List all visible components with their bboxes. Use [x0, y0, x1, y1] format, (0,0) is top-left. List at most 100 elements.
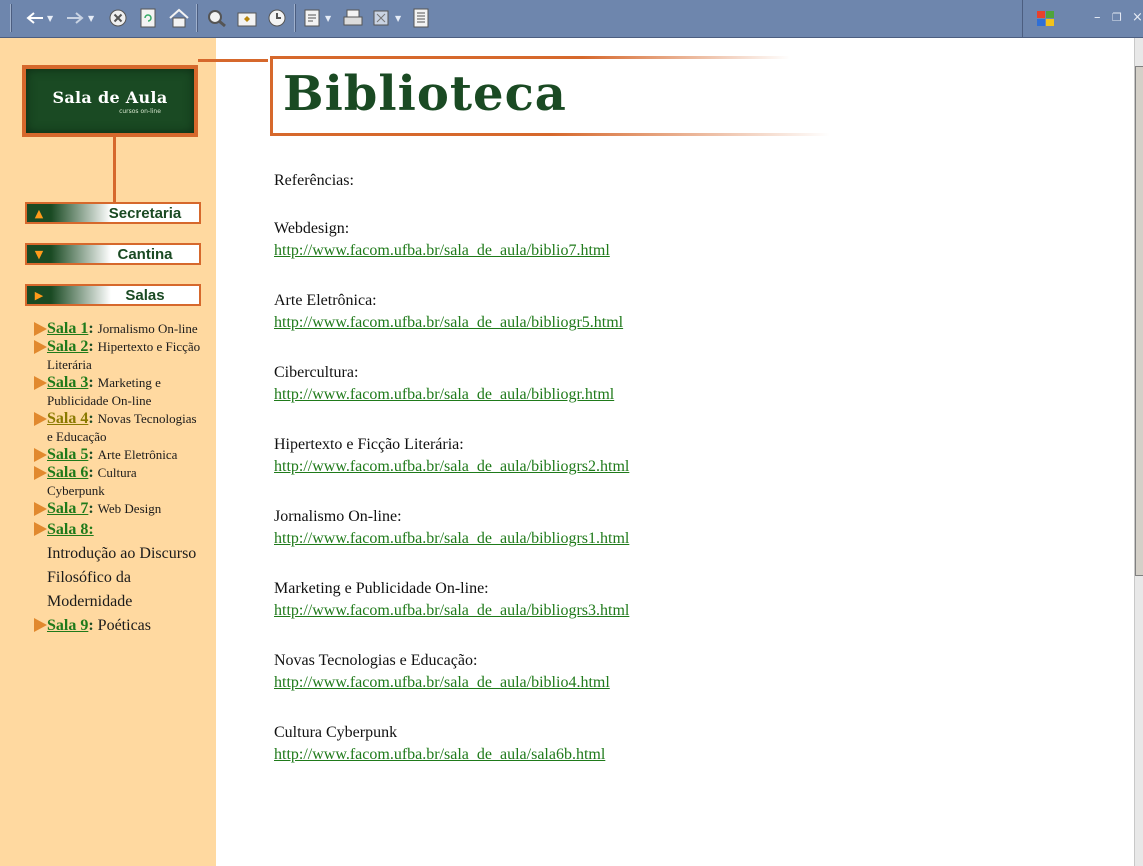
windows-logo: [1034, 6, 1058, 30]
sala-3-link[interactable]: Sala 3: [47, 374, 88, 391]
reference-link[interactable]: http://www.facom.ufba.br/sala_de_aula/bi…: [274, 456, 629, 478]
colon: :: [88, 320, 98, 337]
restore-button[interactable]: ❐: [1112, 11, 1122, 24]
sala-1-link[interactable]: Sala 1: [47, 320, 88, 337]
forward-arrow-icon: [67, 12, 84, 24]
toolbar-separator: [196, 4, 198, 32]
reference-title: Cibercultura:: [274, 364, 359, 381]
reference-item: Webdesign: http://www.facom.ufba.br/sala…: [274, 218, 629, 262]
flag-icon: [34, 618, 47, 632]
reference-link[interactable]: http://www.facom.ufba.br/sala_de_aula/bi…: [274, 384, 629, 406]
reference-link[interactable]: http://www.facom.ufba.br/sala_de_aula/bi…: [274, 240, 629, 262]
reference-link[interactable]: http://www.facom.ufba.br/sala_de_aula/bi…: [274, 528, 629, 550]
toolbar-separator: [294, 4, 296, 32]
mail-button[interactable]: [302, 6, 324, 30]
colon: :: [88, 500, 98, 517]
sala-desc: Web Design: [97, 501, 162, 516]
vertical-scrollbar[interactable]: [1134, 38, 1143, 866]
sala-5-link[interactable]: Sala 5: [47, 446, 88, 463]
reference-title: Arte Eletrônica:: [274, 292, 377, 309]
edit-dropdown-icon[interactable]: ▼: [395, 6, 401, 30]
search-button[interactable]: [204, 6, 230, 30]
windows-flag-icon: [1037, 11, 1054, 26]
discuss-button[interactable]: [410, 6, 432, 30]
flag-icon: [34, 502, 47, 516]
toolbar-separator: [1022, 0, 1023, 37]
colon: :: [88, 617, 98, 634]
sala-2-link[interactable]: Sala 2: [47, 338, 88, 355]
nav-secretaria[interactable]: ▲ Secretaria: [25, 202, 201, 224]
list-item: Sala 1: Jornalismo On-line: [34, 320, 207, 338]
stop-button[interactable]: [106, 6, 130, 30]
salas-list: Sala 1: Jornalismo On-line Sala 2: Hiper…: [34, 320, 212, 638]
sidebar: Sala de Aula cursos on-line ▲ Secretaria…: [0, 38, 216, 866]
colon: :: [88, 410, 98, 427]
list-item: Sala 8: Introdução ao Discurso Filosófico…: [34, 518, 197, 614]
logo-subtitle: cursos on-line: [119, 107, 161, 115]
mail-icon: [304, 9, 320, 27]
nav-cantina[interactable]: ▼ Cantina: [25, 243, 201, 265]
list-item: Sala 9: Poéticas: [34, 614, 217, 638]
list-item: Sala 6: Cultura Cyberpunk: [34, 464, 197, 500]
favorites-button[interactable]: [234, 6, 260, 30]
back-button[interactable]: [24, 6, 46, 30]
refresh-button[interactable]: [136, 6, 160, 30]
flag-icon: [34, 412, 47, 426]
favorites-folder-icon: [237, 12, 257, 27]
sala-4-link[interactable]: Sala 4: [47, 410, 88, 427]
reference-item: Hipertexto e Ficção Literária: http://ww…: [274, 434, 629, 478]
sala-9-link[interactable]: Sala 9: [47, 617, 88, 634]
back-dropdown-icon[interactable]: ▼: [47, 6, 53, 30]
sala-desc: Jornalismo On-line: [97, 321, 198, 336]
close-button[interactable]: ×: [1132, 10, 1143, 25]
edit-icon: [373, 10, 389, 26]
minimize-button[interactable]: –: [1094, 10, 1101, 25]
list-item: Sala 5: Arte Eletrônica: [34, 446, 197, 464]
forward-button[interactable]: [64, 6, 86, 30]
nav-label: Secretaria: [108, 204, 182, 222]
nav-label: Cantina: [117, 245, 173, 263]
flag-icon: [34, 322, 47, 336]
reference-link[interactable]: http://www.facom.ufba.br/sala_de_aula/bi…: [274, 672, 629, 694]
connector-line: [198, 59, 268, 62]
triangle-up-icon: ▲: [27, 204, 51, 222]
reference-link[interactable]: http://www.facom.ufba.br/sala_de_aula/bi…: [274, 600, 629, 622]
reference-item: Marketing e Publicidade On-line: http://…: [274, 578, 629, 622]
sala-6-link[interactable]: Sala 6: [47, 464, 88, 481]
history-button[interactable]: [264, 6, 290, 30]
main-content: Referências: Webdesign: http://www.facom…: [274, 172, 629, 794]
list-item: Sala 2: Hipertexto e Ficção Literária: [34, 338, 207, 374]
toolbar-grip: [10, 4, 12, 32]
reference-title: Marketing e Publicidade On-line:: [274, 580, 489, 597]
sala-desc: Poéticas: [97, 617, 151, 634]
forward-dropdown-icon[interactable]: ▼: [88, 6, 94, 30]
connector-line: [113, 135, 116, 208]
triangle-down-icon: ▼: [27, 245, 51, 263]
header-rule-left: [270, 56, 273, 136]
reference-link[interactable]: http://www.facom.ufba.br/sala_de_aula/sa…: [274, 744, 629, 766]
colon: :: [88, 338, 98, 355]
home-button[interactable]: [166, 6, 192, 30]
nav-salas[interactable]: ▶ Salas: [25, 284, 201, 306]
reference-title: Novas Tecnologias e Educação:: [274, 652, 478, 669]
sala-7-link[interactable]: Sala 7: [47, 500, 88, 517]
print-button[interactable]: [340, 6, 366, 30]
scrollbar-thumb[interactable]: [1135, 66, 1143, 576]
back-arrow-icon: [26, 12, 43, 24]
reference-item: Novas Tecnologias e Educação: http://www…: [274, 650, 629, 694]
reference-title: Jornalismo On-line:: [274, 508, 402, 525]
history-icon: [268, 9, 286, 27]
reference-title: Hipertexto e Ficção Literária:: [274, 436, 464, 453]
nav-label: Salas: [125, 286, 165, 304]
colon: :: [88, 464, 98, 481]
flag-icon: [34, 448, 47, 462]
reference-item: Cibercultura: http://www.facom.ufba.br/s…: [274, 362, 629, 406]
sala-8-link[interactable]: Sala 8:: [47, 521, 94, 538]
sala-de-aula-logo[interactable]: Sala de Aula cursos on-line: [22, 65, 198, 137]
list-item: Sala 3: Marketing e Publicidade On-line: [34, 374, 197, 410]
mail-dropdown-icon[interactable]: ▼: [325, 6, 331, 30]
reference-link[interactable]: http://www.facom.ufba.br/sala_de_aula/bi…: [274, 312, 629, 334]
reference-title: Webdesign:: [274, 220, 350, 237]
edit-button[interactable]: [370, 6, 392, 30]
flag-icon: [34, 340, 47, 354]
